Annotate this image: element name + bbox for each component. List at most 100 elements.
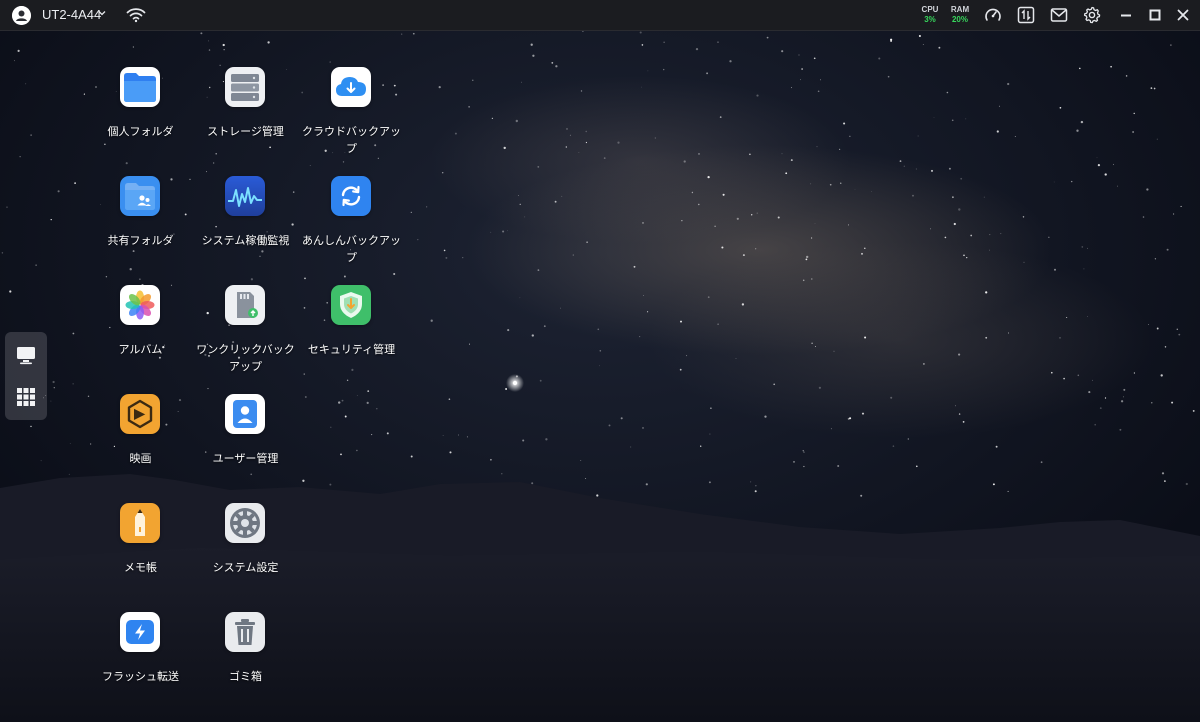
star bbox=[532, 54, 535, 57]
album-icon bbox=[120, 285, 160, 325]
transfer-icon[interactable] bbox=[1017, 6, 1035, 24]
star bbox=[608, 424, 611, 427]
star bbox=[890, 396, 893, 399]
star bbox=[580, 90, 583, 92]
app-label: 映画 bbox=[129, 452, 152, 465]
star bbox=[170, 284, 173, 286]
star bbox=[366, 401, 369, 405]
star bbox=[200, 32, 203, 35]
star bbox=[599, 365, 600, 367]
star bbox=[208, 49, 211, 51]
star bbox=[382, 84, 384, 86]
star bbox=[1079, 67, 1081, 70]
star bbox=[793, 461, 795, 463]
star bbox=[948, 167, 951, 170]
star bbox=[1133, 372, 1136, 374]
minimize-icon[interactable] bbox=[1117, 6, 1135, 24]
mail-icon[interactable] bbox=[1050, 6, 1068, 24]
star bbox=[599, 350, 602, 352]
star bbox=[1123, 388, 1126, 391]
star bbox=[714, 225, 716, 227]
cloud-backup-icon bbox=[331, 67, 371, 107]
star bbox=[817, 90, 820, 93]
wifi-icon[interactable] bbox=[126, 7, 146, 23]
star bbox=[412, 32, 415, 35]
star bbox=[206, 311, 209, 315]
star bbox=[998, 105, 1000, 107]
star bbox=[755, 248, 757, 250]
star bbox=[719, 116, 722, 118]
star bbox=[766, 36, 769, 39]
star bbox=[301, 91, 304, 94]
star bbox=[560, 307, 561, 309]
gear-icon[interactable] bbox=[1083, 6, 1101, 24]
security-shield-icon bbox=[331, 285, 371, 325]
star bbox=[864, 336, 867, 339]
star bbox=[261, 250, 264, 253]
star bbox=[708, 481, 711, 484]
star bbox=[818, 386, 822, 389]
sd-card-backup-icon bbox=[225, 285, 265, 325]
star bbox=[83, 93, 85, 95]
star bbox=[1059, 106, 1062, 109]
star bbox=[445, 256, 448, 259]
star bbox=[983, 196, 985, 198]
star bbox=[642, 426, 644, 429]
star bbox=[1099, 407, 1102, 409]
star bbox=[814, 345, 816, 347]
star bbox=[1076, 129, 1079, 132]
star bbox=[524, 216, 526, 218]
star bbox=[572, 254, 574, 256]
star bbox=[309, 165, 311, 166]
speedometer-icon[interactable] bbox=[984, 6, 1002, 24]
star bbox=[537, 269, 540, 271]
star bbox=[115, 91, 117, 92]
star bbox=[1161, 472, 1165, 475]
star bbox=[890, 40, 892, 42]
star bbox=[1151, 402, 1153, 404]
star bbox=[1051, 371, 1053, 374]
star bbox=[462, 257, 464, 259]
star bbox=[448, 398, 451, 401]
star bbox=[1063, 377, 1065, 380]
desktop-monitor-icon[interactable] bbox=[15, 344, 37, 366]
star bbox=[811, 278, 813, 280]
star bbox=[161, 77, 163, 79]
star bbox=[472, 79, 474, 81]
star bbox=[95, 86, 97, 88]
user-avatar-icon[interactable] bbox=[12, 6, 31, 25]
cpu-label: CPU bbox=[921, 5, 939, 14]
star bbox=[803, 465, 805, 468]
star bbox=[555, 65, 558, 68]
star bbox=[302, 479, 305, 482]
star bbox=[1185, 482, 1188, 486]
star bbox=[663, 41, 665, 43]
star bbox=[14, 60, 15, 62]
star bbox=[750, 481, 752, 483]
star bbox=[1120, 400, 1124, 403]
star bbox=[639, 31, 642, 34]
app-grid-icon[interactable] bbox=[15, 386, 37, 408]
star bbox=[642, 222, 644, 224]
star bbox=[1007, 332, 1010, 334]
star bbox=[72, 383, 74, 385]
star bbox=[773, 383, 776, 386]
star bbox=[903, 165, 905, 167]
star bbox=[790, 87, 793, 89]
star bbox=[829, 183, 832, 186]
chevron-down-icon[interactable] bbox=[98, 9, 106, 17]
device-name[interactable]: UT2-4A44 bbox=[42, 7, 101, 22]
star bbox=[554, 200, 557, 203]
app-label: 共有フォルダ bbox=[107, 234, 174, 247]
star bbox=[19, 156, 21, 158]
star bbox=[585, 478, 587, 479]
star bbox=[819, 79, 821, 81]
star bbox=[781, 50, 784, 53]
close-icon[interactable] bbox=[1174, 6, 1192, 24]
star bbox=[344, 415, 347, 418]
maximize-icon[interactable] bbox=[1146, 6, 1164, 24]
star bbox=[1178, 333, 1181, 336]
star bbox=[1117, 185, 1119, 187]
star bbox=[87, 395, 90, 397]
star bbox=[410, 211, 412, 214]
